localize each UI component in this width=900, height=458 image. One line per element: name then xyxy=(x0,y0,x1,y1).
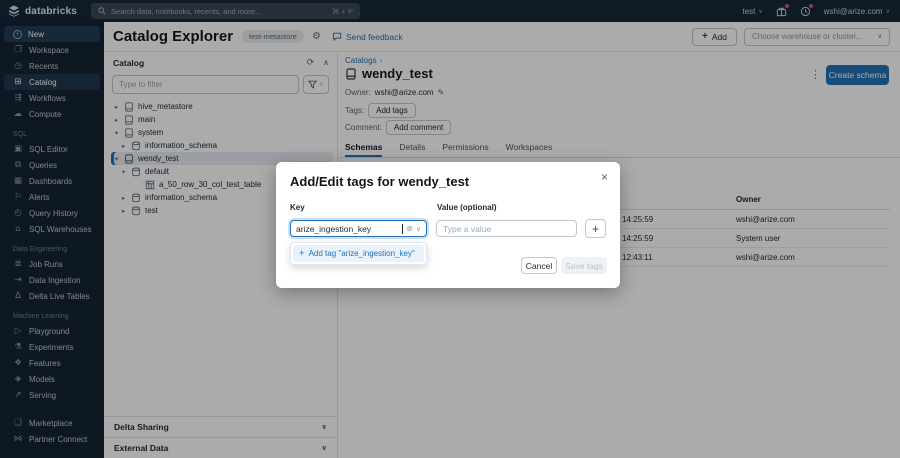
add-tag-row-button[interactable]: + xyxy=(585,219,606,238)
chevron-down-icon[interactable]: ∨ xyxy=(416,225,421,233)
key-suggestion-dropdown: + Add tag "arize_ingestion_key" xyxy=(290,242,427,265)
tag-value-input[interactable] xyxy=(436,220,577,237)
dialog-title: Add/Edit tags for wendy_test xyxy=(290,174,470,189)
close-icon[interactable]: × xyxy=(601,170,608,184)
clear-icon[interactable]: ⊗ xyxy=(406,224,413,233)
add-edit-tags-dialog: Add/Edit tags for wendy_test × Key Value… xyxy=(276,162,620,288)
plus-icon: + xyxy=(299,248,305,259)
value-label: Value (optional) xyxy=(437,203,497,212)
add-tag-option[interactable]: + Add tag "arize_ingestion_key" xyxy=(293,245,424,262)
cancel-button[interactable]: Cancel xyxy=(521,257,557,274)
text-cursor xyxy=(402,223,404,234)
save-tags-button[interactable]: Save tags xyxy=(561,257,607,274)
tag-key-value: arize_ingestion_key xyxy=(296,223,372,234)
key-label: Key xyxy=(290,203,305,212)
tag-key-input[interactable]: arize_ingestion_key ⊗ ∨ xyxy=(290,220,427,237)
